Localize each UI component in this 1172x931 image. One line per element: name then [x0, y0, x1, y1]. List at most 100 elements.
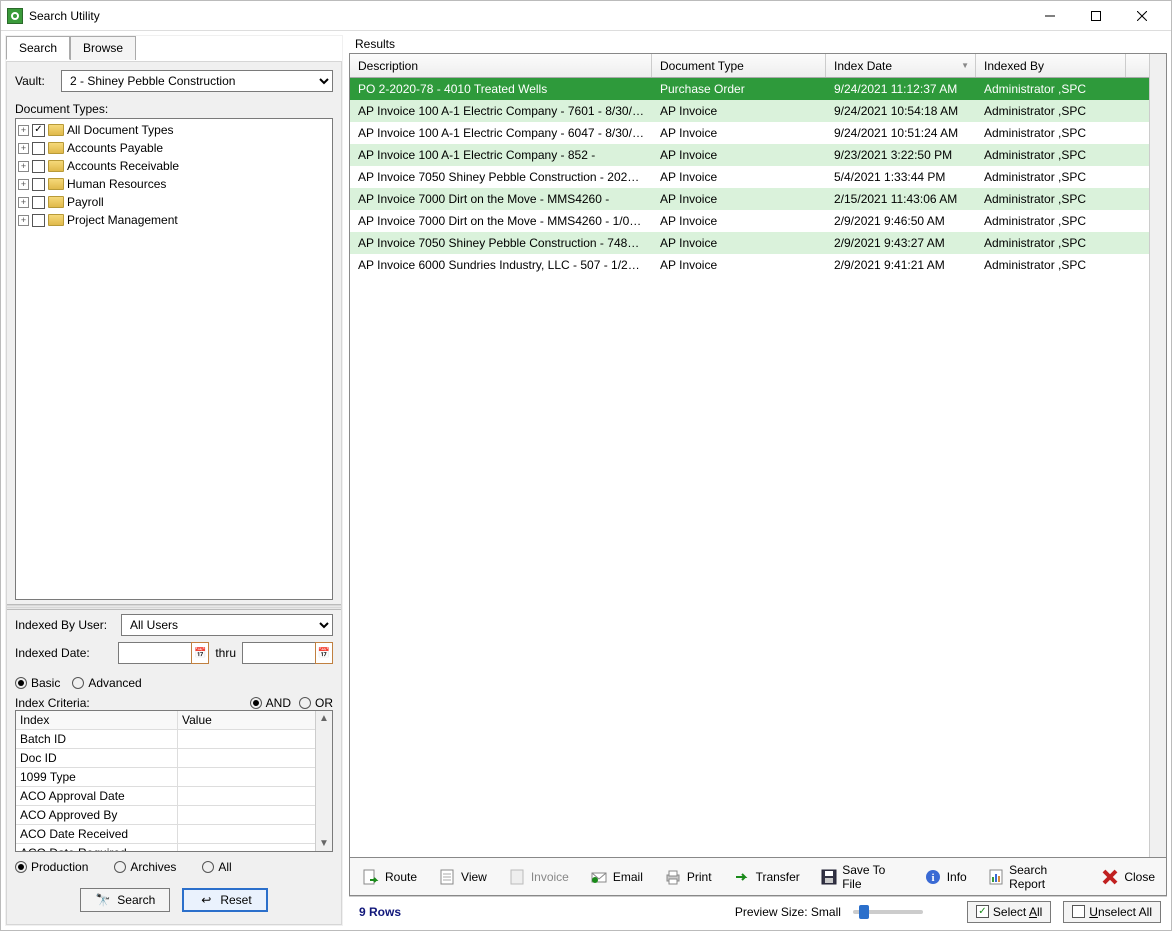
criteria-value-cell[interactable] [178, 844, 332, 852]
criteria-value-cell[interactable] [178, 730, 332, 748]
radio-archives[interactable]: Archives [114, 860, 176, 874]
minimize-button[interactable] [1027, 2, 1073, 30]
view-button[interactable]: View [430, 864, 494, 890]
binoculars-icon: 🔭 [95, 892, 111, 908]
cell-index-date: 2/9/2021 9:43:27 AM [826, 236, 976, 250]
doc-type-item[interactable]: +Payroll [18, 193, 330, 211]
date-to-input[interactable] [242, 642, 316, 664]
expand-icon[interactable]: + [18, 179, 29, 190]
radio-all[interactable]: All [202, 860, 231, 874]
criteria-row[interactable]: Doc ID [16, 749, 332, 768]
cell-doc-type: Purchase Order [652, 82, 826, 96]
result-row[interactable]: AP Invoice 100 A-1 Electric Company - 76… [350, 100, 1149, 122]
criteria-value-cell[interactable] [178, 768, 332, 786]
doc-type-item[interactable]: +Accounts Payable [18, 139, 330, 157]
result-row[interactable]: AP Invoice 100 A-1 Electric Company - 60… [350, 122, 1149, 144]
doc-type-item[interactable]: +Human Resources [18, 175, 330, 193]
close-button[interactable]: Close [1093, 864, 1162, 890]
result-row[interactable]: AP Invoice 7000 Dirt on the Move - MMS42… [350, 188, 1149, 210]
doc-types-tree[interactable]: +All Document Types+Accounts Payable+Acc… [15, 118, 333, 600]
doc-type-checkbox[interactable] [32, 142, 45, 155]
radio-basic[interactable]: Basic [15, 676, 60, 690]
doc-type-checkbox[interactable] [32, 124, 45, 137]
invoice-icon [507, 867, 527, 887]
criteria-grid[interactable]: Index Value Batch IDDoc ID1099 TypeACO A… [15, 710, 333, 852]
criteria-row[interactable]: ACO Approved By [16, 806, 332, 825]
info-button[interactable]: i Info [916, 864, 974, 890]
radio-production[interactable]: Production [15, 860, 88, 874]
select-all-button[interactable]: Select All [967, 901, 1051, 923]
date-from-picker-icon[interactable]: 📅 [191, 642, 209, 664]
doc-type-item[interactable]: +Project Management [18, 211, 330, 229]
criteria-value-cell[interactable] [178, 806, 332, 824]
col-header-indexed-by[interactable]: Indexed By [976, 54, 1126, 77]
radio-and[interactable]: AND [250, 696, 291, 710]
criteria-scrollbar[interactable]: ▲▼ [315, 711, 332, 851]
folder-icon [48, 196, 64, 208]
criteria-row[interactable]: 1099 Type [16, 768, 332, 787]
reset-button[interactable]: ↩ Reset [182, 888, 267, 912]
doc-type-item[interactable]: +All Document Types [18, 121, 330, 139]
cell-doc-type: AP Invoice [652, 170, 826, 184]
doc-type-checkbox[interactable] [32, 196, 45, 209]
date-from-input[interactable] [118, 642, 192, 664]
transfer-button[interactable]: Transfer [725, 864, 807, 890]
expand-icon[interactable]: + [18, 215, 29, 226]
tab-browse[interactable]: Browse [70, 36, 136, 60]
expand-icon[interactable]: + [18, 197, 29, 208]
cell-index-date: 2/15/2021 11:43:06 AM [826, 192, 976, 206]
view-icon [437, 867, 457, 887]
vault-select[interactable]: 2 - Shiney Pebble Construction [61, 70, 333, 92]
result-row[interactable]: AP Invoice 7050 Shiney Pebble Constructi… [350, 166, 1149, 188]
criteria-row[interactable]: Batch ID [16, 730, 332, 749]
date-to-picker-icon[interactable]: 📅 [315, 642, 333, 664]
indexed-by-select[interactable]: All Users [121, 614, 333, 636]
search-report-button[interactable]: Search Report [980, 860, 1088, 894]
col-header-doc-type[interactable]: Document Type [652, 54, 826, 77]
result-row[interactable]: AP Invoice 6000 Sundries Industry, LLC -… [350, 254, 1149, 276]
col-header-index-date[interactable]: Index Date ▼ [826, 54, 976, 77]
cell-description: AP Invoice 100 A-1 Electric Company - 76… [350, 104, 652, 118]
result-row[interactable]: AP Invoice 100 A-1 Electric Company - 85… [350, 144, 1149, 166]
results-scrollbar[interactable] [1149, 54, 1166, 857]
doc-type-checkbox[interactable] [32, 160, 45, 173]
criteria-value-cell[interactable] [178, 749, 332, 767]
criteria-value-cell[interactable] [178, 825, 332, 843]
doc-type-item[interactable]: +Accounts Receivable [18, 157, 330, 175]
doc-type-checkbox[interactable] [32, 214, 45, 227]
col-header-description[interactable]: Description [350, 54, 652, 77]
criteria-row[interactable]: ACO Date Required [16, 844, 332, 852]
email-icon [589, 867, 609, 887]
panel-divider[interactable] [7, 604, 341, 610]
expand-icon[interactable]: + [18, 143, 29, 154]
expand-icon[interactable]: + [18, 125, 29, 136]
indexed-by-label: Indexed By User: [15, 618, 115, 632]
save-to-file-button[interactable]: Save To File [813, 860, 910, 894]
maximize-button[interactable] [1073, 2, 1119, 30]
email-button[interactable]: Email [582, 864, 650, 890]
radio-or[interactable]: OR [299, 696, 333, 710]
criteria-header-index[interactable]: Index [16, 711, 178, 729]
doc-types-label: Document Types: [15, 102, 333, 116]
result-row[interactable]: AP Invoice 7050 Shiney Pebble Constructi… [350, 232, 1149, 254]
indexed-date-label: Indexed Date: [15, 646, 112, 660]
route-button[interactable]: Route [354, 864, 424, 890]
criteria-index-cell: Batch ID [16, 730, 178, 748]
results-body[interactable]: PO 2-2020-78 - 4010 Treated WellsPurchas… [350, 78, 1149, 857]
unselect-all-button[interactable]: Unselect All [1063, 901, 1161, 923]
criteria-index-cell: ACO Approved By [16, 806, 178, 824]
print-button[interactable]: Print [656, 864, 719, 890]
criteria-header-value[interactable]: Value [178, 711, 332, 729]
tab-search[interactable]: Search [6, 36, 70, 60]
search-button[interactable]: 🔭 Search [80, 888, 170, 912]
result-row[interactable]: PO 2-2020-78 - 4010 Treated WellsPurchas… [350, 78, 1149, 100]
criteria-row[interactable]: ACO Approval Date [16, 787, 332, 806]
criteria-row[interactable]: ACO Date Received [16, 825, 332, 844]
expand-icon[interactable]: + [18, 161, 29, 172]
criteria-value-cell[interactable] [178, 787, 332, 805]
radio-advanced[interactable]: Advanced [72, 676, 141, 690]
close-window-button[interactable] [1119, 2, 1165, 30]
doc-type-checkbox[interactable] [32, 178, 45, 191]
result-row[interactable]: AP Invoice 7000 Dirt on the Move - MMS42… [350, 210, 1149, 232]
preview-size-slider[interactable] [853, 910, 923, 914]
